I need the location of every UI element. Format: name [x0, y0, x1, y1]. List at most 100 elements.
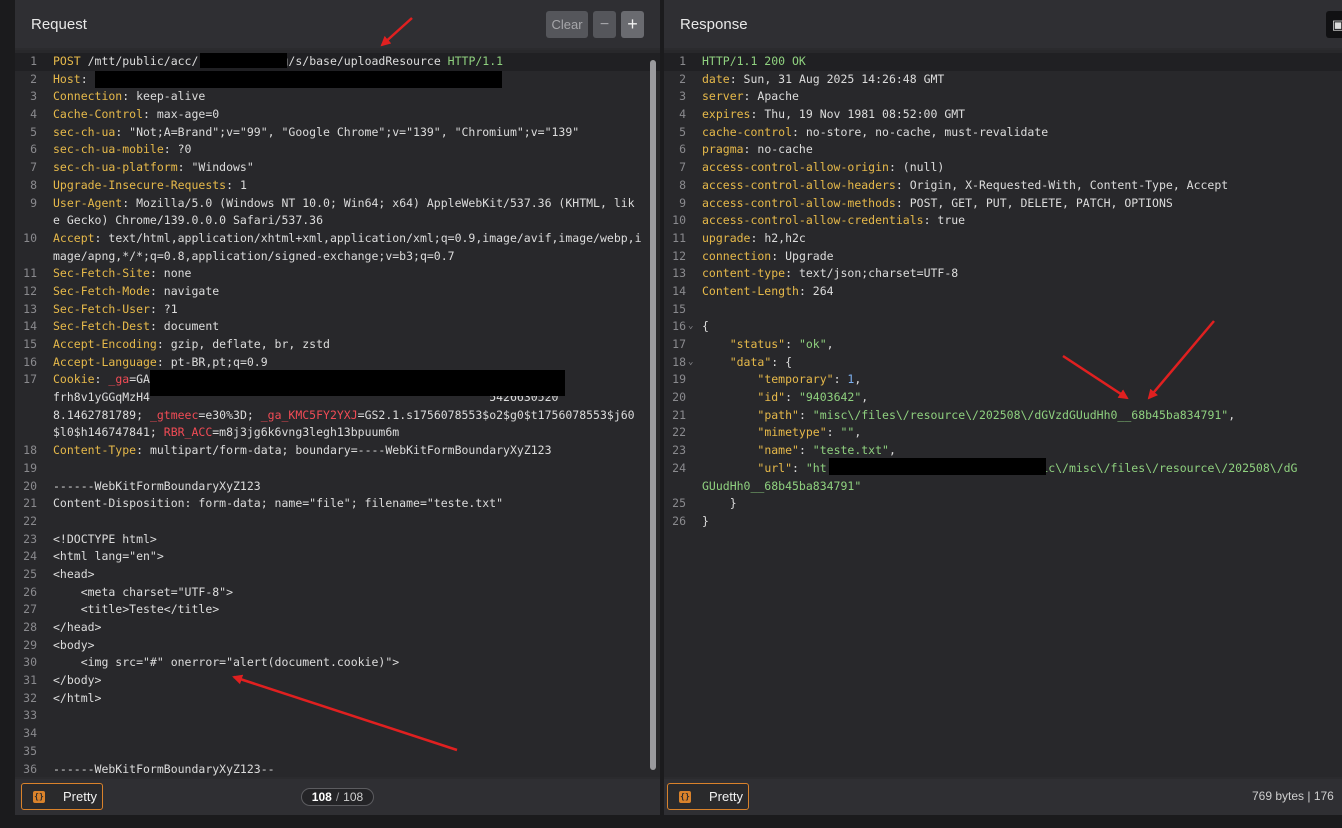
page-indicator[interactable]: 108 / 108: [301, 788, 374, 806]
response-size: 769 bytes | 176: [1252, 789, 1334, 803]
code-token: ,: [854, 425, 862, 440]
line-code: Sec-Fetch-Mode: navigate: [53, 283, 219, 301]
code-line: 29 <body>: [15, 637, 660, 655]
code-line: 2 date: Sun, 31 Aug 2025 14:26:48 GMT: [664, 71, 1342, 89]
code-token: : {: [771, 354, 793, 369]
code-token: sec-ch-ua: [53, 124, 116, 139]
code-token: Sec-Fetch-Mode: [53, 283, 150, 298]
request-editor[interactable]: 1 POST /mtt/public/acc/r g/s/base/uploadR…: [15, 50, 660, 777]
response-editor[interactable]: 1 HTTP/1.1 200 OK 2 date: Sun, 31 Aug 2025 …: [664, 50, 1342, 777]
code-line: 24 <html lang="en">: [15, 548, 660, 566]
line-number: 11: [23, 266, 37, 281]
line-code: Sec-Fetch-Dest: document: [53, 318, 219, 336]
code-line: 25 }: [664, 495, 1342, 513]
page-current: 108: [311, 790, 332, 804]
code-token: : ?0: [163, 142, 192, 157]
code-token: ------WebKitFormBoundaryXyZ123: [53, 478, 261, 493]
code-token: : POST, GET, PUT, DELETE, PATCH, OPTIONS: [895, 195, 1173, 210]
pretty-label: Pretty: [63, 789, 97, 804]
code-token: content-type: [702, 266, 786, 281]
line-code: "path": "misc\/files\/resource\/202508\/…: [702, 407, 1235, 425]
line-number: 5: [30, 124, 37, 139]
code-line: 11 upgrade: h2,h2c: [664, 230, 1342, 248]
code-token: access-control-allow-methods: [702, 195, 896, 210]
request-scrollbar[interactable]: [650, 60, 656, 770]
line-code: </head>: [53, 619, 101, 637]
line-number: 20: [672, 390, 686, 405]
line-number: 10: [23, 230, 37, 245]
line-code: pragma: no-cache: [702, 141, 813, 159]
line-number: 24: [672, 460, 686, 475]
code-line: 21 Content-Disposition: form-data; name="…: [15, 495, 660, 513]
code-line: 36 ------WebKitFormBoundaryXyZ123--: [15, 761, 660, 778]
line-number: 32: [23, 690, 37, 705]
code-line: 26}: [664, 513, 1342, 531]
line-number: 12: [23, 283, 37, 298]
code-token: g/s/base/uploadResource: [281, 54, 448, 68]
redaction-block: [829, 458, 1046, 475]
code-line: 10 Accept: text/html,application/xhtml+xm…: [15, 230, 660, 248]
code-line: 10 access-control-allow-credentials: true: [664, 212, 1342, 230]
request-footer: {} Pretty 108 / 108: [15, 779, 660, 815]
redaction-block: [150, 370, 565, 396]
response-panel: Response ▣ 1 HTTP/1.1 200 OK 2 date: Sun, 3…: [664, 0, 1342, 815]
fold-chevron-icon[interactable]: ⌄: [688, 318, 693, 336]
line-code: 8.1462781789; _gtmeec=e30%3D; _ga_KMC5FY…: [53, 407, 635, 425]
line-number: 31: [23, 673, 37, 688]
line-code: </body>: [53, 672, 101, 690]
clear-button[interactable]: Clear: [546, 11, 588, 38]
code-line: 17 "status": "ok",: [664, 336, 1342, 354]
collapse-button[interactable]: −: [593, 11, 616, 38]
line-code: connection: Upgrade: [702, 248, 834, 266]
code-token: }: [702, 513, 709, 528]
line-code: Sec-Fetch-Site: none: [53, 265, 191, 283]
code-token: RBR_ACC: [163, 425, 213, 440]
response-title: Response: [680, 16, 748, 33]
code-token: _ga_KMC5FY2YXJ: [260, 407, 358, 422]
code-token: "url": [757, 460, 793, 475]
code-token: Content-Length: [702, 283, 799, 298]
code-token: : Thu, 19 Nov 1981 08:52:00 GMT: [750, 107, 966, 122]
code-token: access-control-allow-credentials: [702, 213, 924, 228]
line-number: 20: [23, 478, 37, 493]
code-line: 3 Connection: keep-alive: [15, 88, 660, 106]
code-token: Connection: [53, 89, 123, 104]
code-token: : "Not;A=Brand";v="99", "Google Chrome";…: [115, 124, 580, 139]
code-token: <title>Teste</title>: [53, 602, 220, 617]
code-token: : true: [923, 213, 966, 228]
line-number: 3: [30, 89, 37, 104]
line-code: GUudHh0__68b45ba834791": [702, 478, 861, 496]
code-line: e Gecko) Chrome/139.0.0.0 Safari/537.36: [15, 212, 660, 230]
line-code: expires: Thu, 19 Nov 1981 08:52:00 GMT: [702, 106, 965, 124]
code-token: : "Windows": [177, 160, 254, 175]
code-line: 23 <!DOCTYPE html>: [15, 531, 660, 549]
line-code: {: [702, 318, 709, 336]
line-number: 18: [23, 443, 37, 458]
code-token: Cookie: [53, 372, 95, 387]
fold-chevron-icon[interactable]: ⌄: [688, 354, 693, 372]
code-line: 13 content-type: text/json;charset=UTF-8: [664, 265, 1342, 283]
code-token: : keep-alive: [122, 89, 206, 104]
line-number: 30: [23, 655, 37, 670]
code-line: 6 pragma: no-cache: [664, 141, 1342, 159]
code-token: : 1: [226, 177, 247, 192]
line-code: Accept-Encoding: gzip, deflate, br, zstd: [53, 336, 330, 354]
code-token: ------WebKitFormBoundaryXyZ123--: [53, 761, 275, 776]
code-line: 21 "path": "misc\/files\/resource\/20250…: [664, 407, 1342, 425]
code-line: 18 Content-Type: multipart/form-data; bou…: [15, 442, 660, 460]
code-token: : 264: [798, 283, 834, 298]
code-line: 27 <title>Teste</title>: [15, 601, 660, 619]
code-token: HTTP/1.1: [447, 54, 504, 68]
code-token: Accept-Encoding: [53, 337, 157, 351]
response-pretty-button[interactable]: {} Pretty: [667, 783, 749, 810]
code-token: : Origin, X-Requested-With, Content-Type…: [895, 177, 1229, 192]
code-token: : no-store, no-cache, must-revalidate: [792, 124, 1049, 139]
line-number: 17: [23, 372, 37, 387]
request-pretty-button[interactable]: {} Pretty: [21, 783, 103, 810]
code-token: Sec-Fetch-User: [53, 301, 150, 316]
image-view-icon[interactable]: ▣: [1326, 11, 1342, 38]
line-number: 13: [672, 266, 686, 281]
line-code: Accept: text/html,application/xhtml+xml,…: [53, 230, 642, 248]
expand-button[interactable]: +: [621, 11, 644, 38]
